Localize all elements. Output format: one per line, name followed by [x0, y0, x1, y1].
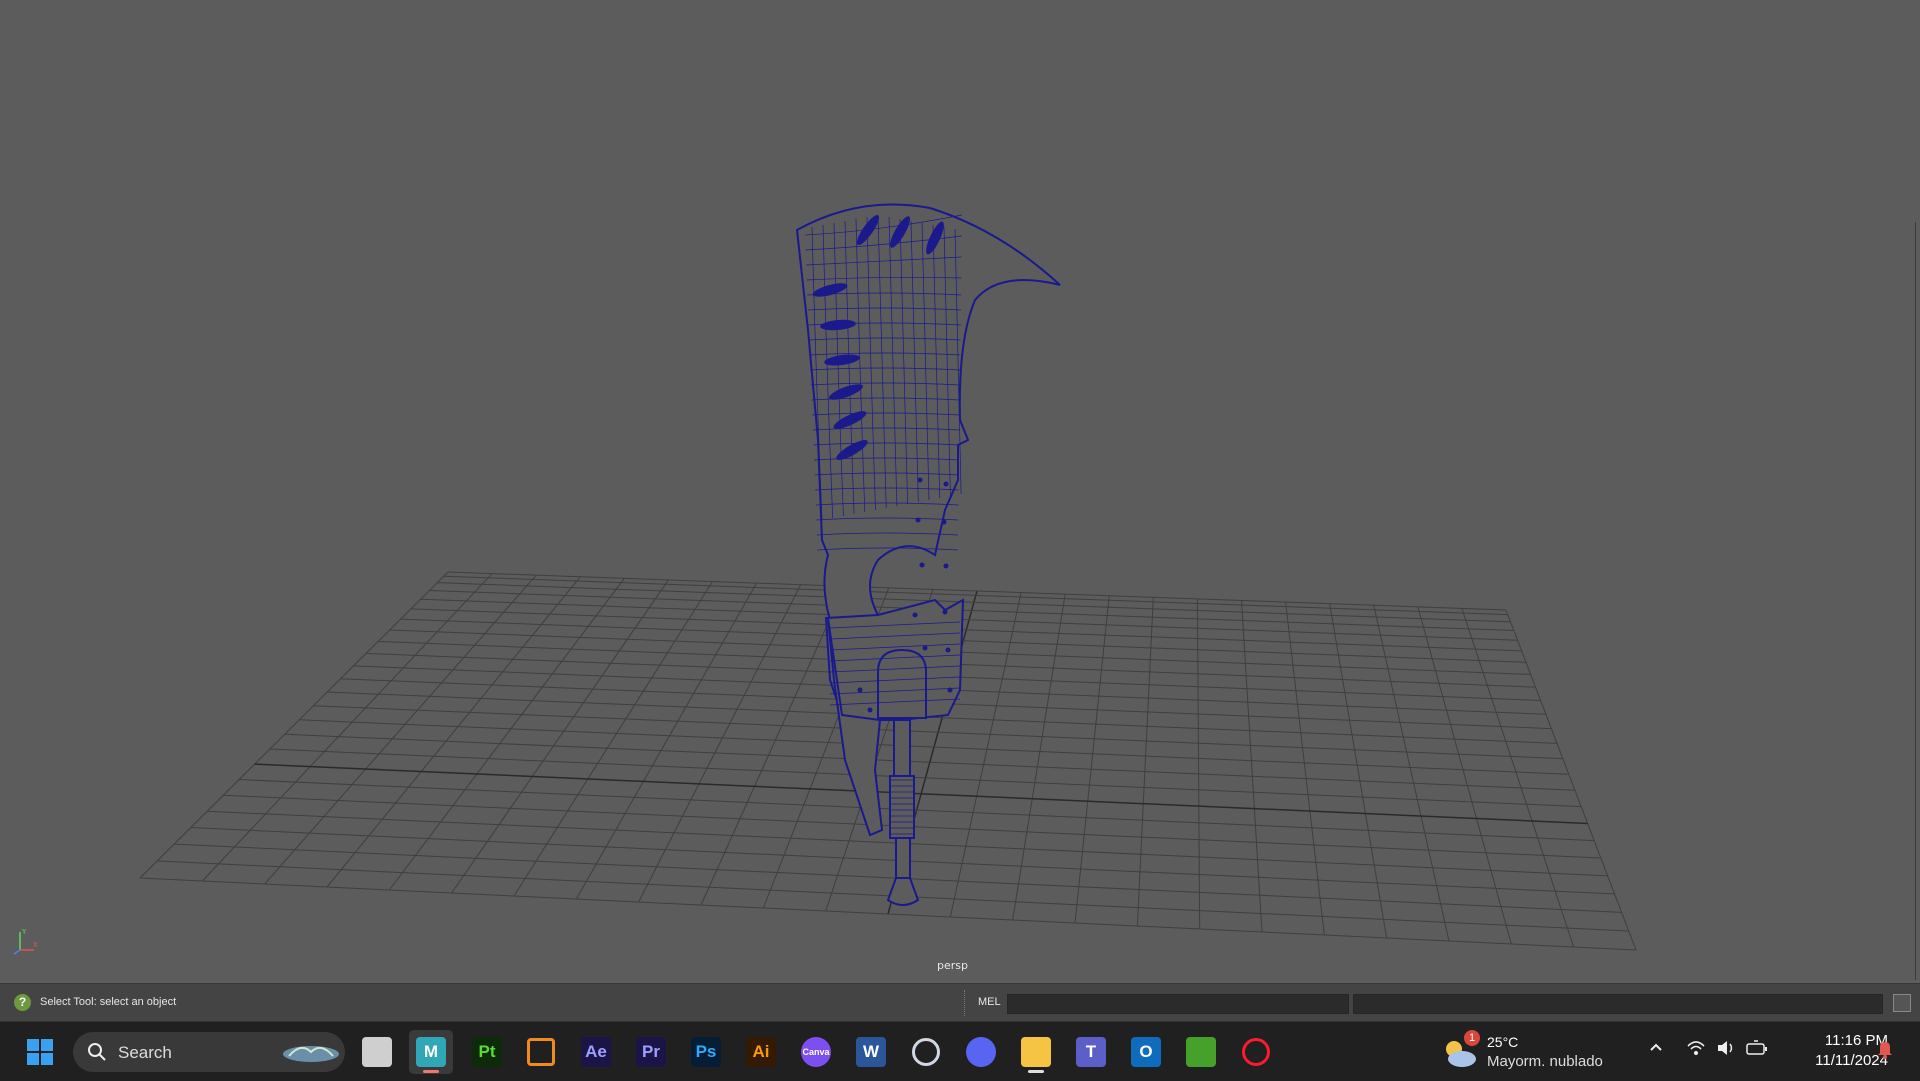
taskbar-discord-button[interactable] [959, 1030, 1003, 1074]
taskbar-blender-button[interactable] [519, 1030, 563, 1074]
script-type-toggle[interactable]: MEL [978, 996, 1001, 1008]
teams-icon: T [1076, 1037, 1106, 1067]
rivet [917, 477, 923, 483]
outlook-icon: O [1131, 1037, 1161, 1067]
rivet [941, 519, 947, 525]
after-effects-icon: Ae [581, 1037, 611, 1067]
file-explorer-window-icon [362, 1037, 392, 1067]
photoshop-icon: Ps [691, 1037, 721, 1067]
running-indicator [423, 1070, 439, 1073]
search-placeholder: Search [118, 1043, 172, 1062]
taskbar-file-explorer-button[interactable] [1014, 1030, 1058, 1074]
weather-temperature: 25°C [1487, 1034, 1519, 1050]
rivet [867, 707, 873, 713]
chevron-up-icon[interactable] [1648, 1039, 1664, 1059]
start-button[interactable] [18, 1030, 62, 1074]
taskbar-file-explorer-window-button[interactable] [355, 1030, 399, 1074]
illustrator-icon: Ai [746, 1037, 776, 1067]
rivet [922, 645, 928, 651]
taskbar-illustrator-button[interactable]: Ai [739, 1030, 783, 1074]
weather-widget[interactable]: 1 25°C Mayorm. nublado [1442, 1030, 1622, 1072]
help-icon[interactable]: ? [14, 994, 31, 1011]
rivet [915, 517, 921, 523]
running-indicator [1028, 1070, 1044, 1073]
command-input[interactable] [1007, 994, 1349, 1014]
script-editor-button[interactable] [1893, 994, 1911, 1012]
help-line-text: Select Tool: select an object [40, 996, 177, 1008]
camera-label: persp [937, 959, 968, 972]
taskbar-word-button[interactable]: W [849, 1030, 893, 1074]
rivet [947, 687, 953, 693]
painter-icon: Pt [472, 1037, 502, 1067]
battery-icon[interactable] [1746, 1039, 1768, 1061]
taskbar-steam-button[interactable] [904, 1030, 948, 1074]
taskbar-outlook-button[interactable]: O [1124, 1030, 1168, 1074]
weather-condition: Mayorm. nublado [1487, 1053, 1603, 1070]
sword-mesh[interactable] [795, 203, 1061, 906]
taskbar-premiere-button[interactable]: Pr [629, 1030, 673, 1074]
axis-x-label: X [33, 941, 38, 949]
rivet [943, 481, 949, 487]
viewport-persp[interactable]: Y X persp [0, 0, 1920, 980]
clock-date: 11/11/2024 [1815, 1052, 1888, 1069]
axis-y-label: Y [21, 928, 27, 936]
steam-icon [912, 1038, 940, 1066]
taskbar-after-effects-button[interactable]: Ae [574, 1030, 618, 1074]
view-axis-icon: Y X [13, 928, 38, 955]
notification-bell-icon[interactable] [1876, 1039, 1894, 1063]
search-icon [88, 1043, 106, 1061]
taskbar-search-box[interactable]: Search [73, 1032, 345, 1072]
rivet [943, 563, 949, 569]
rivet [942, 609, 948, 615]
volume-icon[interactable] [1716, 1039, 1736, 1061]
taskbar-canva-button[interactable]: Canva [794, 1030, 838, 1074]
taskbar-minecraft-button[interactable] [1179, 1030, 1223, 1074]
discord-icon [966, 1037, 996, 1067]
windows-logo-icon [27, 1039, 53, 1065]
clock-time: 11:16 PM [1824, 1032, 1888, 1049]
minecraft-icon [1186, 1037, 1216, 1067]
command-result-field [1353, 994, 1883, 1014]
system-clock[interactable]: 11:16 PM 11/11/2024 [1776, 1031, 1888, 1071]
viewport-divider [1915, 222, 1916, 980]
rivet [912, 612, 918, 618]
rivet [919, 562, 925, 568]
search-highlight-icon [283, 1046, 339, 1062]
rivet [857, 687, 863, 693]
blender-icon [527, 1038, 555, 1066]
weather-badge: 1 [1464, 1030, 1480, 1046]
taskbar-opera-button[interactable] [1234, 1030, 1278, 1074]
taskbar-teams-button[interactable]: T [1069, 1030, 1113, 1074]
maya-icon: M [416, 1037, 446, 1067]
rivet [945, 647, 951, 653]
taskbar-maya-button[interactable]: M [409, 1030, 453, 1074]
taskbar-painter-button[interactable]: Pt [465, 1030, 509, 1074]
scene-canvas[interactable] [0, 0, 1920, 980]
taskbar-photoshop-button[interactable]: Ps [684, 1030, 728, 1074]
opera-icon [1242, 1038, 1270, 1066]
file-explorer-icon [1021, 1037, 1051, 1067]
wifi-icon[interactable] [1686, 1039, 1706, 1061]
word-icon: W [856, 1037, 886, 1067]
taskbar: Search M Pt Ae Pr Ps Ai Canva W T O 1 25°C Mayorm… [0, 1021, 1920, 1081]
premiere-icon: Pr [636, 1037, 666, 1067]
bar-grip[interactable] [964, 990, 968, 1016]
canva-icon: Canva [801, 1037, 831, 1067]
help-line-bar: ? Select Tool: select an object MEL [0, 983, 1920, 1022]
